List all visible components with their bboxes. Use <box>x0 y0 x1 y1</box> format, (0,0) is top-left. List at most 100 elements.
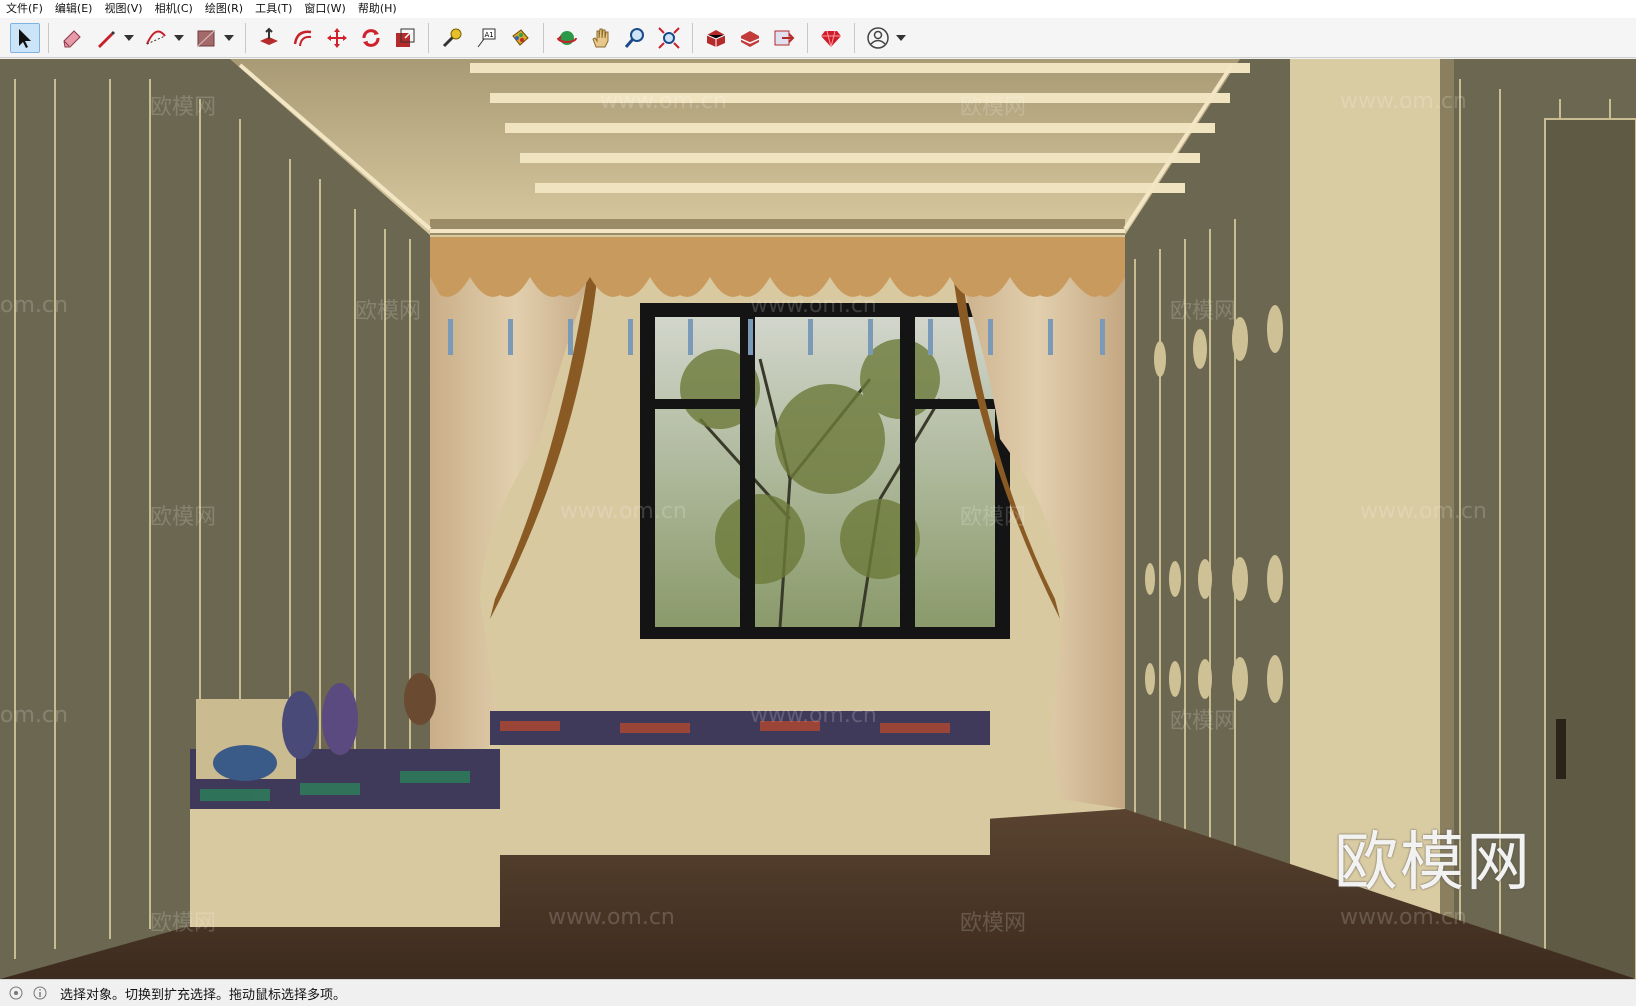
eraser-icon <box>63 29 81 47</box>
shape-tool-dropdown[interactable] <box>223 23 235 53</box>
select-arrow-icon <box>19 28 31 48</box>
watermark-text: 欧模网 <box>355 299 422 324</box>
watermark-text: 欧模网 <box>960 95 1027 120</box>
send-to-layout-button[interactable] <box>769 23 799 53</box>
toolbar-separator <box>428 22 429 53</box>
shape-tool-button[interactable] <box>191 23 221 53</box>
move-tool-button[interactable] <box>322 23 352 53</box>
orbit-icon <box>557 30 577 45</box>
door <box>1544 118 1636 979</box>
geo-location-icon[interactable] <box>8 985 24 1001</box>
svg-text:A1: A1 <box>485 31 494 39</box>
offset-tool-button[interactable] <box>288 23 318 53</box>
menu-camera[interactable]: 相机(C) <box>149 0 199 18</box>
menu-draw[interactable]: 绘图(R) <box>199 0 249 18</box>
watermark-text: 欧模网 <box>150 505 217 530</box>
paint-bucket-icon <box>512 28 529 46</box>
zoom-icon <box>624 27 644 48</box>
status-message: 选择对象。切换到扩充选择。拖动鼠标选择多项。 <box>60 987 347 1003</box>
bolster-pillow <box>213 745 277 781</box>
extension-warehouse-icon <box>740 30 760 47</box>
watermark-text: www.om.cn <box>560 499 687 524</box>
send-to-layout-icon <box>774 30 795 45</box>
chevron-down-icon <box>174 34 184 41</box>
zoom-tool-button[interactable] <box>620 23 650 53</box>
toolbar-separator <box>48 22 49 53</box>
watermark-text: 欧模网 <box>150 95 217 120</box>
arc-icon <box>146 30 166 44</box>
sofa-base <box>190 807 500 927</box>
menu-bar: 文件(F) 编辑(E) 视图(V) 相机(C) 绘图(R) 工具(T) 窗口(W… <box>0 0 1636 18</box>
text-icon: A1 <box>477 28 496 47</box>
menu-view[interactable]: 视图(V) <box>98 0 148 18</box>
zoom-extents-tool-button[interactable] <box>654 23 684 53</box>
scale-tool-button[interactable] <box>390 23 420 53</box>
throw-pillow <box>322 683 358 755</box>
move-icon <box>327 27 347 48</box>
model-viewport[interactable]: 欧模网 www.om.cn 欧模网 www.om.cn om.cn 欧模网 ww… <box>0 59 1636 979</box>
info-icon[interactable] <box>32 985 48 1001</box>
ruby-gem-icon <box>821 30 841 47</box>
tape-measure-tool-button[interactable] <box>437 23 467 53</box>
select-tool-button[interactable] <box>10 22 40 53</box>
watermark-text: www.om.cn <box>548 905 675 930</box>
ruby-console-button[interactable] <box>816 23 846 53</box>
watermark-logo: 欧模网 <box>1334 826 1532 900</box>
throw-pillow <box>282 691 318 759</box>
scale-icon <box>396 28 415 47</box>
watermark-text: www.om.cn <box>1340 89 1467 114</box>
watermark-text: om.cn <box>0 703 68 728</box>
account-dropdown[interactable] <box>895 23 907 53</box>
eraser-tool-button[interactable] <box>57 23 87 53</box>
watermark-text: www.om.cn <box>1340 905 1467 930</box>
daybed-base <box>490 739 990 855</box>
throw-pillow <box>404 673 436 725</box>
watermark-text: www.om.cn <box>1360 499 1487 524</box>
arc-tool-button[interactable] <box>141 23 171 53</box>
extension-warehouse-button[interactable] <box>735 23 765 53</box>
menu-edit[interactable]: 编辑(E) <box>49 0 99 18</box>
push-pull-icon <box>260 27 278 45</box>
account-icon <box>867 26 889 49</box>
toolbar-separator <box>543 22 544 53</box>
pencil-line-icon <box>98 30 115 48</box>
pan-hand-icon <box>592 28 609 47</box>
status-bar: 选择对象。切换到扩充选择。拖动鼠标选择多项。 <box>0 979 1636 1006</box>
3d-warehouse-button[interactable] <box>701 23 731 53</box>
rectangle-shape-icon <box>197 30 215 46</box>
push-pull-tool-button[interactable] <box>254 23 284 53</box>
menu-help[interactable]: 帮助(H) <box>352 0 403 18</box>
watermark-text: 欧模网 <box>150 911 217 936</box>
toolbar-separator <box>245 22 246 53</box>
menu-tools[interactable]: 工具(T) <box>249 0 298 18</box>
menu-window[interactable]: 窗口(W) <box>298 0 351 18</box>
rotate-tool-button[interactable] <box>356 23 386 53</box>
account-button[interactable] <box>863 23 893 53</box>
text-tool-button[interactable]: A1 <box>471 23 501 53</box>
rotate-icon <box>362 28 380 47</box>
main-toolbar: A1 <box>0 18 1636 58</box>
paint-bucket-tool-button[interactable] <box>505 23 535 53</box>
watermark-text: www.om.cn <box>750 293 877 318</box>
line-tool-dropdown[interactable] <box>123 23 135 53</box>
arc-tool-dropdown[interactable] <box>173 23 185 53</box>
menu-file[interactable]: 文件(F) <box>0 0 49 18</box>
watermark-text: 欧模网 <box>1170 299 1237 324</box>
zoom-extents-icon <box>658 26 680 49</box>
offset-icon <box>293 30 312 46</box>
toolbar-separator <box>692 22 693 53</box>
chevron-down-icon <box>896 34 906 41</box>
watermark-text: www.om.cn <box>750 703 877 728</box>
tape-measure-icon <box>442 28 462 47</box>
toolbar-separator <box>807 22 808 53</box>
chevron-down-icon <box>124 34 134 41</box>
watermark-text: 欧模网 <box>960 911 1027 936</box>
watermark-text: 欧模网 <box>1170 709 1237 734</box>
chevron-down-icon <box>224 34 234 41</box>
warehouse-icon <box>706 29 726 47</box>
watermark-text: www.om.cn <box>600 89 727 114</box>
watermark-text: om.cn <box>0 293 68 318</box>
pan-tool-button[interactable] <box>586 23 616 53</box>
orbit-tool-button[interactable] <box>552 23 582 53</box>
line-tool-button[interactable] <box>91 23 121 53</box>
